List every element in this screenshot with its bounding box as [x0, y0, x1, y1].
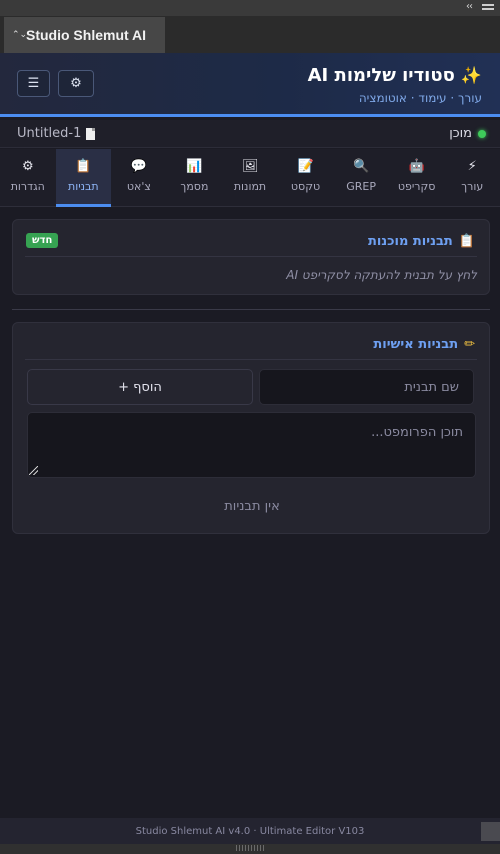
- header-title-block: ✨ סטודיו שלימות AI עורך · עימוד · אוטומצ…: [308, 65, 482, 105]
- version-text: Studio Shlemut AI v4.0 · Ultimate Editor…: [135, 825, 365, 837]
- panel-tab-bar: ⌃⌄ Studio Shlemut AI: [0, 16, 500, 53]
- panel-menu-icon[interactable]: [482, 4, 494, 10]
- ready-templates-hint: לחץ על תבנית להעתקה לסקריפט AI: [286, 268, 477, 282]
- app-footer: Studio Shlemut AI v4.0 · Ultimate Editor…: [0, 818, 500, 844]
- sparkle-icon: ✨: [460, 65, 482, 86]
- ready-templates-card: חדש 📋 תבניות מוכנות לחץ על תבנית להעתקה …: [12, 219, 490, 295]
- tab-label: תמונות: [233, 180, 267, 193]
- tab-label: מסמך: [180, 180, 209, 193]
- add-template-button[interactable]: + הוסף: [27, 369, 253, 405]
- custom-templates-card: ✏ תבניות אישיות + הוסף אין תבניות: [12, 322, 490, 534]
- app-panel: ☰ ⚙ ✨ סטודיו שלימות AI עורך · עימוד · או…: [0, 53, 500, 844]
- tab-label: תבניות: [67, 180, 99, 193]
- collapse-panel-icon[interactable]: ‹‹: [466, 1, 473, 12]
- tab-label: טקסט: [290, 180, 321, 193]
- host-bottom-bar: [0, 844, 500, 854]
- new-badge: חדש: [26, 233, 59, 248]
- hamburger-icon: ☰: [27, 76, 40, 91]
- status-dot-icon: [478, 129, 486, 138]
- chat-tab-icon: 💬: [130, 159, 148, 174]
- tab-label: צ'אט: [126, 180, 151, 193]
- ready-templates-header: 📋 תבניות מוכנות: [368, 234, 475, 249]
- grep-tab-icon: 🔍: [353, 159, 370, 174]
- ready-templates-title: תבניות מוכנות: [367, 234, 453, 249]
- textarea-resize-handle[interactable]: [29, 466, 38, 475]
- panel-tab-label: Studio Shlemut AI: [26, 27, 147, 43]
- template-content-textarea[interactable]: [27, 412, 476, 478]
- tab-script[interactable]: 🤖 סקריפט: [389, 149, 445, 207]
- tab-settings[interactable]: ⚙ הגדרות: [0, 149, 56, 207]
- panel-tab[interactable]: ⌃⌄ Studio Shlemut AI: [4, 17, 165, 53]
- templates-tab-icon: 📋: [75, 159, 92, 174]
- tab-editor[interactable]: ⚡ עורך: [444, 149, 500, 207]
- document-name: Untitled-1: [17, 126, 82, 141]
- card-divider: [25, 256, 477, 257]
- tab-label: הגדרות: [10, 180, 45, 193]
- active-document: Untitled-1: [17, 126, 96, 141]
- document-tab-icon: 📊: [186, 159, 203, 174]
- tab-chat[interactable]: 💬 צ'אט: [111, 149, 167, 207]
- text-tab-icon: 📝: [297, 159, 314, 174]
- host-title-bar: ‹‹: [0, 0, 500, 16]
- menu-button[interactable]: ☰: [17, 70, 50, 97]
- tab-document[interactable]: 📊 מסמך: [167, 149, 223, 207]
- status-indicator: מוכן: [449, 126, 486, 141]
- app-title: סטודיו שלימות AI: [307, 65, 455, 86]
- images-tab-icon: 🖼: [241, 159, 259, 174]
- tab-reorder-icon: ⌃⌄: [12, 30, 28, 40]
- pencil-icon: ✏: [464, 337, 475, 352]
- clipboard-icon: 📋: [458, 234, 475, 249]
- section-divider: [12, 309, 490, 310]
- document-icon: [86, 127, 96, 140]
- custom-templates-header: ✏ תבניות אישיות: [373, 337, 475, 352]
- settings-tab-icon: ⚙: [21, 159, 34, 174]
- tab-text[interactable]: 📝 טקסט: [278, 149, 334, 207]
- app-subtitle: עורך · עימוד · אוטומציה: [358, 91, 482, 105]
- template-name-input[interactable]: [259, 369, 474, 405]
- tab-label: עורך: [461, 180, 484, 193]
- editor-tab-icon: ⚡: [467, 159, 477, 174]
- panel-resize-handle[interactable]: [236, 845, 264, 851]
- main-tabs: ⚡ עורך 🤖 סקריפט 🔍 GREP 📝 טקסט 🖼 תמונות 📊 מסמך 💬 צ'אט 📋…: [0, 149, 500, 207]
- tab-label: סקריפט: [397, 180, 436, 193]
- empty-templates-message: אין תבניות: [224, 499, 280, 514]
- tab-grep[interactable]: 🔍 GREP: [333, 149, 389, 207]
- gear-icon: ⚙: [70, 76, 82, 91]
- status-text: מוכן: [449, 126, 472, 141]
- tab-images[interactable]: 🖼 תמונות: [222, 149, 278, 207]
- app-title-row: ✨ סטודיו שלימות AI: [308, 65, 482, 86]
- settings-button[interactable]: ⚙: [58, 70, 94, 97]
- tab-label: GREP: [346, 180, 376, 193]
- app-header: ☰ ⚙ ✨ סטודיו שלימות AI עורך · עימוד · או…: [0, 53, 500, 117]
- status-bar: מוכן Untitled-1: [0, 120, 500, 148]
- custom-templates-title: תבניות אישיות: [373, 337, 459, 352]
- resize-grip-icon[interactable]: [481, 822, 500, 841]
- tab-templates[interactable]: 📋 תבניות: [55, 149, 112, 207]
- script-tab-icon: 🤖: [408, 159, 425, 174]
- card-divider: [25, 359, 477, 360]
